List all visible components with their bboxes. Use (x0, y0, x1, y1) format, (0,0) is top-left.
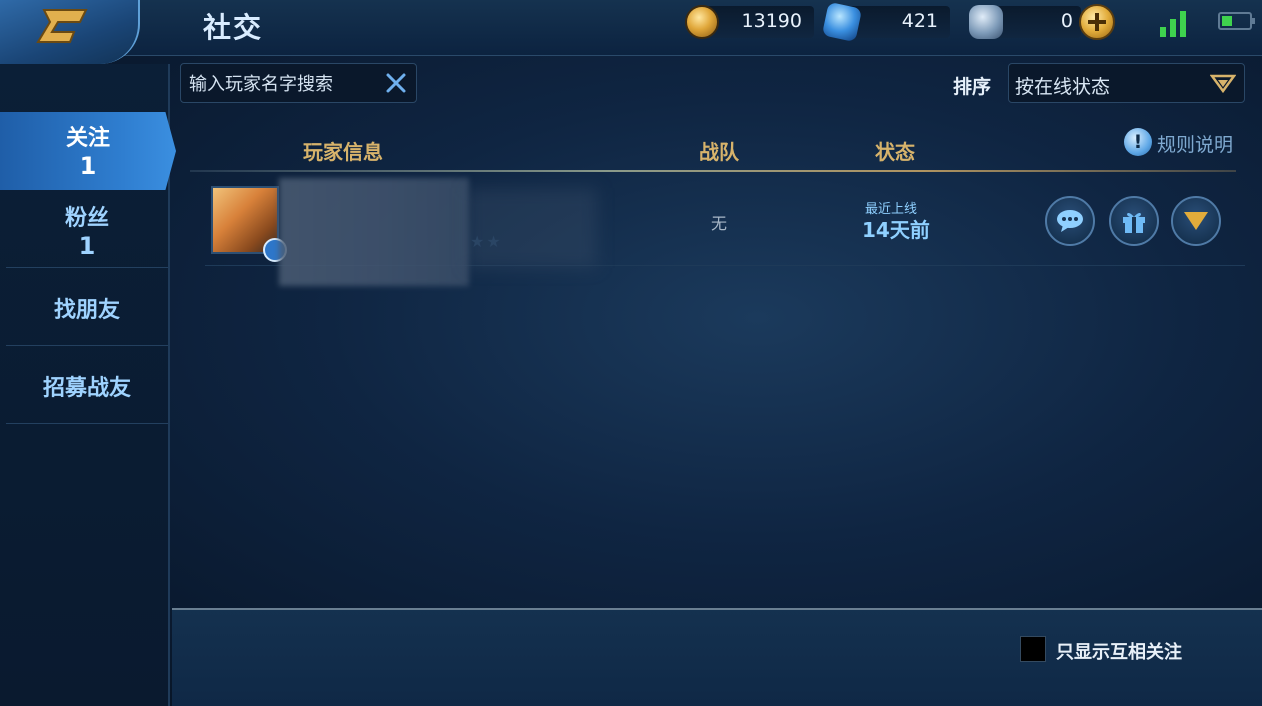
page-title: 社交 (203, 11, 264, 44)
mutual-only-checkbox[interactable] (1020, 636, 1046, 662)
mutual-only-label: 只显示互相关注 (1056, 642, 1182, 663)
info-icon: ! (1124, 128, 1152, 156)
blurred-player-name (279, 178, 469, 286)
sidebar-item-count: 1 (78, 232, 96, 260)
status-value: 14天前 (862, 218, 930, 242)
search-input[interactable] (189, 70, 379, 98)
sidebar-item-label: 粉丝 (64, 206, 109, 231)
gold-display: 13190 (706, 6, 814, 38)
sort-select[interactable]: 按在线状态 (1008, 63, 1245, 103)
more-button[interactable] (1171, 196, 1221, 246)
clear-icon[interactable] (384, 71, 408, 95)
more-icon (1184, 212, 1208, 230)
sidebar-item-count: 1 (79, 152, 97, 180)
sidebar-item-recruit[interactable]: 招募战友 (6, 346, 168, 424)
voucher-icon (969, 5, 1003, 39)
sidebar-item-label: 关注 (65, 126, 110, 151)
gold-coin-icon (685, 5, 719, 39)
rules-label: 规则说明 (1157, 134, 1234, 156)
gift-button[interactable] (1109, 196, 1159, 246)
column-header-status: 状态 (875, 140, 915, 164)
chat-button[interactable] (1045, 196, 1095, 246)
gold-amount: 13190 (741, 10, 802, 32)
back-icon (36, 9, 88, 43)
sidebar-item-following[interactable]: 关注 1 (0, 112, 176, 190)
voucher-amount: 0 (1060, 10, 1073, 32)
diamond-amount: 421 (901, 10, 938, 32)
column-header-team: 战队 (699, 140, 739, 164)
sort-selected-value: 按在线状态 (1015, 76, 1111, 98)
sidebar-item-label: 找朋友 (53, 298, 120, 323)
table-row[interactable]: ★★ 无 最近上线 14天前 (205, 178, 1245, 286)
search-box (180, 63, 417, 103)
sort-label: 排序 (953, 76, 992, 98)
column-header-player-info: 玩家信息 (303, 140, 383, 164)
back-button[interactable] (0, 0, 140, 64)
rules-link[interactable]: ! 规则说明 (1124, 128, 1244, 158)
gift-icon (1123, 212, 1145, 233)
recharge-plus-button[interactable] (1079, 4, 1115, 40)
sidebar-item-fans[interactable]: 粉丝 1 (6, 190, 168, 268)
sidebar-item-find-friends[interactable]: 找朋友 (6, 268, 168, 346)
blurred-player-extra (467, 188, 597, 268)
header-divider (190, 170, 1236, 172)
battery-icon (1218, 12, 1255, 30)
sidebar-item-label: 招募战友 (42, 376, 131, 401)
dropdown-icon (1210, 74, 1236, 93)
rank-stars: ★★ (470, 232, 503, 251)
diamond-icon (821, 1, 863, 43)
signal-icon (1160, 9, 1194, 37)
team-value: 无 (711, 214, 728, 233)
chat-icon (1057, 210, 1083, 232)
